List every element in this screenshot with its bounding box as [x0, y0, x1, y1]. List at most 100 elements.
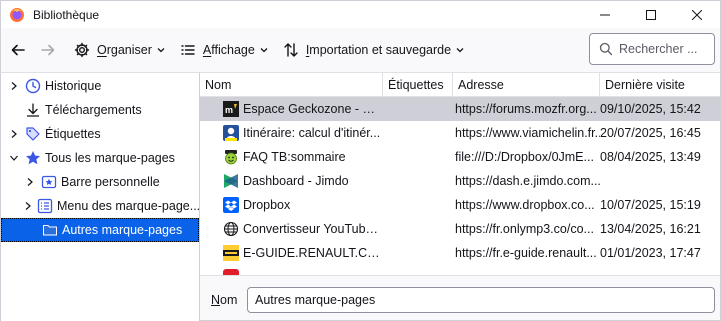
sidebar-item-label: Téléchargements: [45, 103, 142, 117]
table-row[interactable]: Convertisseur YouTube ... https://fr.onl…: [200, 217, 720, 241]
close-button[interactable]: [674, 1, 720, 29]
bookmark-title: Dropbox: [243, 198, 291, 212]
firefox-logo-icon: [10, 7, 24, 22]
folder-icon: [42, 222, 58, 238]
search-input[interactable]: [619, 42, 709, 56]
sidebar-item-label: Tous les marque-pages: [45, 151, 175, 165]
table-row[interactable]: m Espace Geckozone - Pa... https://forum…: [200, 97, 720, 121]
chevron-right-icon[interactable]: [24, 176, 36, 188]
geckozone-favicon: m: [223, 101, 239, 117]
library-toolbar: Organiser Affichage Importation et sauve…: [0, 28, 721, 72]
cell-last-visit: 13/04/2025, 16:21: [600, 222, 701, 236]
cell-name: Itinéraire: calcul d'itinér...: [200, 121, 383, 145]
cell-address: https://www.dropbox.co...: [455, 198, 595, 212]
bookmark-title: Espace Geckozone - Pa...: [243, 102, 383, 116]
cell-last-visit: 08/04/2025, 13:49: [600, 150, 701, 164]
maximize-icon: [646, 10, 656, 20]
column-header-name[interactable]: Nom: [200, 73, 383, 97]
table-row[interactable]: Itinéraire: calcul d'itinér... https://w…: [200, 121, 720, 145]
back-arrow-icon: [11, 44, 25, 56]
sidebar-item-label: Autres marque-pages: [62, 223, 183, 237]
view-menu[interactable]: Affichage: [174, 36, 275, 64]
download-icon: [25, 102, 41, 118]
cell-tags: [383, 121, 453, 145]
cell-tags: [383, 169, 453, 193]
cell-last-visit: [600, 169, 720, 193]
import-backup-menu[interactable]: Importation et sauvegarde: [277, 36, 471, 64]
forward-button[interactable]: [36, 38, 60, 62]
bookmarks-menu-icon: [37, 198, 53, 214]
name-field-label: Nom: [211, 293, 237, 307]
sidebar-item-bookmarks-toolbar[interactable]: Barre personnelle: [1, 170, 199, 194]
sidebar-item-downloads[interactable]: Téléchargements: [1, 98, 199, 122]
dropbox-favicon: [223, 197, 239, 213]
cell-name: E-GUIDE.RENAULT.CO...: [200, 241, 383, 265]
chevron-down-icon[interactable]: [8, 152, 20, 164]
bookmark-title: Convertisseur YouTube ...: [243, 222, 383, 236]
window-title: Bibliothèque: [33, 7, 100, 22]
chevron-right-icon[interactable]: [24, 200, 32, 212]
cell-name: Dropbox: [200, 193, 383, 217]
import-label: mportation et sauvegarde: [309, 43, 452, 57]
import-export-arrows-icon: [284, 43, 298, 57]
chevron-down-icon: [456, 48, 464, 53]
back-button[interactable]: [6, 38, 30, 62]
sidebar-tree: Historique Téléchargements Étiquettes To…: [0, 72, 200, 321]
cell-tags: [383, 217, 453, 241]
svg-text:m: m: [225, 105, 233, 115]
gear-icon: [74, 42, 90, 58]
table-header: Nom Étiquettes Adresse Dernière visite: [200, 73, 720, 97]
globe-favicon: [223, 221, 239, 237]
cell-tags: [383, 145, 453, 169]
table-row[interactable]: FAQ TB:sommaire file:///D:/Dropbox/0JmE.…: [200, 145, 720, 169]
sidebar-item-history[interactable]: Historique: [1, 74, 199, 98]
bookmark-title: E-GUIDE.RENAULT.CO...: [243, 246, 383, 260]
column-header-tags[interactable]: Étiquettes: [383, 73, 453, 97]
tag-icon: [25, 126, 41, 142]
bookmark-title: FAQ TB:sommaire: [243, 150, 346, 164]
sidebar-item-all-bookmarks[interactable]: Tous les marque-pages: [1, 146, 199, 170]
michelin-favicon: [223, 125, 239, 141]
cell-name: Convertisseur YouTube ...: [200, 217, 383, 241]
chevron-down-icon: [157, 48, 165, 53]
sidebar-item-label: Menu des marque-page...: [57, 199, 200, 213]
table-row[interactable]: Dashboard - Jimdo https://dash.e.jimdo.c…: [200, 169, 720, 193]
cell-last-visit: 10/07/2025, 15:19: [600, 198, 701, 212]
maximize-button[interactable]: [628, 1, 674, 29]
minimize-icon: [600, 14, 610, 16]
table-row[interactable]: E-GUIDE.RENAULT.CO... https://fr.e-guide…: [200, 241, 720, 265]
cell-address: https://fr.onlymp3.co/co...: [455, 222, 594, 236]
chevron-right-icon[interactable]: [8, 128, 20, 140]
table-row[interactable]: Dropbox https://www.dropbox.co... 10/07/…: [200, 193, 720, 217]
chevron-right-icon[interactable]: [8, 80, 20, 92]
search-icon: [599, 42, 613, 56]
sidebar-item-other-bookmarks[interactable]: Autres marque-pages: [1, 218, 199, 242]
chevron-down-icon: [260, 48, 268, 53]
cell-tags: [383, 241, 453, 265]
table-row-partial[interactable]: [200, 265, 720, 275]
search-box[interactable]: [589, 33, 715, 65]
cell-name: Dashboard - Jimdo: [200, 169, 383, 193]
cell-tags: [383, 193, 453, 217]
bookmark-title: Itinéraire: calcul d'itinér...: [243, 126, 381, 140]
title-bar: Bibliothèque: [0, 0, 721, 28]
minimize-button[interactable]: [582, 1, 628, 29]
view-accesskey: A: [202, 43, 212, 57]
window-controls: [582, 1, 720, 29]
organize-menu[interactable]: Organiser: [68, 36, 172, 64]
name-field[interactable]: [247, 287, 715, 313]
cell-tags: [383, 97, 453, 121]
sidebar-item-label: Barre personnelle: [61, 175, 160, 189]
bookmarks-table: Nom Étiquettes Adresse Dernière visite m…: [200, 72, 721, 275]
sidebar-item-tags[interactable]: Étiquettes: [1, 122, 199, 146]
bookmark-title: Dashboard - Jimdo: [243, 174, 349, 188]
sidebar-item-label: Historique: [45, 79, 102, 93]
faq-smiley-favicon: [223, 149, 239, 165]
clock-icon: [25, 78, 41, 94]
jimdo-favicon: [223, 173, 239, 189]
column-header-address[interactable]: Adresse: [453, 73, 600, 97]
sidebar-item-bookmarks-menu[interactable]: Menu des marque-page...: [1, 194, 199, 218]
organize-label: rganiser: [106, 43, 152, 57]
column-header-last-visit[interactable]: Dernière visite: [600, 73, 720, 97]
cell-last-visit: 09/10/2025, 15:42: [600, 102, 701, 116]
